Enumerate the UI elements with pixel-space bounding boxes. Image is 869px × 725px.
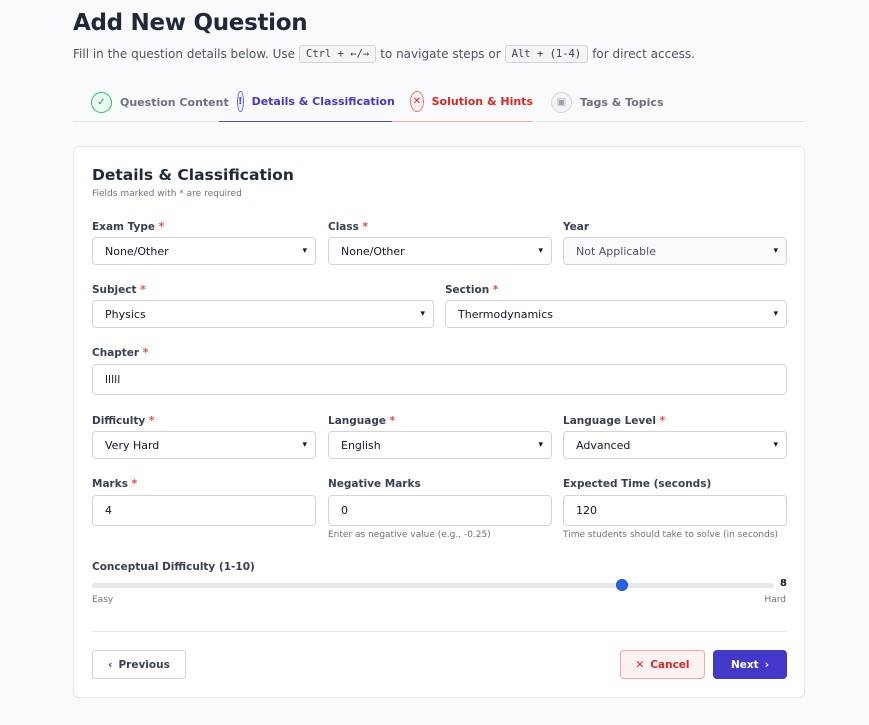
required-star: * [179, 189, 184, 199]
required-note: Fields marked with * are required [92, 189, 242, 199]
negative-marks-input[interactable]: 0 [328, 495, 552, 526]
chevron-down-icon: ▾ [773, 309, 778, 319]
footer-divider [92, 631, 786, 632]
difficulty-label: Difficulty * [92, 415, 155, 427]
shortcut-direct-kbd: Alt + (1-4) [504, 45, 589, 63]
next-button[interactable]: Next › [713, 650, 787, 679]
tab-label: Question Content [120, 95, 229, 109]
chevron-down-icon: ▾ [773, 440, 778, 450]
subject-value: Physics [105, 307, 146, 321]
page-subtitle: Fill in the question details below. Use … [73, 45, 695, 63]
difficulty-value: Very Hard [105, 438, 160, 452]
slider-max-label: Hard [764, 595, 786, 605]
marks-input[interactable]: 4 [92, 495, 316, 526]
chevron-down-icon: ▾ [538, 246, 543, 256]
language-select[interactable]: English ▾ [328, 431, 552, 459]
shortcut-nav-kbd: Ctrl + ←/→ [299, 45, 377, 63]
tab-tags-topics[interactable]: ▣ Tags & Topics [551, 82, 664, 122]
section-value: Thermodynamics [458, 307, 553, 321]
conceptual-difficulty-slider[interactable] [92, 583, 774, 588]
required-note-pre: Fields marked with [92, 189, 177, 199]
language-level-value: Advanced [576, 438, 631, 452]
slider-min-label: Easy [92, 595, 114, 605]
language-level-select[interactable]: Advanced ▾ [563, 431, 787, 459]
tab-question-content[interactable]: ✓ Question Content [91, 82, 229, 122]
close-icon: ✕ [635, 658, 645, 671]
card-title: Details & Classification [92, 166, 294, 184]
required-note-post: are required [186, 189, 242, 199]
chevron-down-icon: ▾ [420, 309, 425, 319]
year-value: Not Applicable [576, 244, 656, 258]
conceptual-difficulty-label: Conceptual Difficulty (1-10) [92, 561, 255, 573]
expected-time-label: Expected Time (seconds) [563, 478, 712, 490]
section-select[interactable]: Thermodynamics ▾ [445, 300, 787, 328]
year-select[interactable]: Not Applicable ▾ [563, 237, 787, 265]
marks-label: Marks * [92, 478, 138, 490]
chapter-label: Chapter * [92, 347, 149, 359]
check-circle-icon: ✓ [91, 91, 112, 113]
language-level-label: Language Level * [563, 415, 666, 427]
negative-marks-help: Enter as negative value (e.g., -0.25) [328, 530, 491, 540]
exam-type-value: None/Other [105, 244, 169, 258]
chevron-right-icon: › [764, 658, 770, 671]
subtitle-text-pre: Fill in the question details below. Use [73, 47, 295, 61]
year-label: Year [563, 221, 590, 233]
language-label: Language * [328, 415, 396, 427]
exam-type-label: Exam Type * [92, 221, 165, 233]
expected-time-help: Time students should take to solve (in s… [563, 530, 779, 540]
slider-value: 8 [780, 578, 787, 589]
marks-value: 4 [105, 504, 112, 517]
save-icon: ▣ [551, 91, 572, 113]
exam-type-select[interactable]: None/Other ▾ [92, 237, 316, 265]
tab-label: Details & Classification [251, 95, 395, 108]
language-value: English [341, 438, 381, 452]
chapter-value: lllll [105, 373, 121, 386]
difficulty-select[interactable]: Very Hard ▾ [92, 431, 316, 459]
expected-time-input[interactable]: 120 [563, 495, 787, 526]
x-circle-icon: ✕ [410, 91, 424, 112]
details-card: Details & Classification Fields marked w… [73, 146, 805, 698]
tab-solution-hints[interactable]: ✕ Solution & Hints [392, 82, 533, 122]
chevron-down-icon: ▾ [302, 246, 307, 256]
class-select[interactable]: None/Other ▾ [328, 237, 552, 265]
subtitle-text-post: for direct access. [592, 47, 695, 61]
section-label: Section * [445, 284, 499, 296]
cancel-label: Cancel [650, 658, 690, 671]
previous-label: Previous [118, 658, 170, 671]
class-value: None/Other [341, 244, 405, 258]
info-circle-icon: ! [237, 91, 244, 112]
chapter-input[interactable]: lllll [92, 364, 787, 395]
subject-select[interactable]: Physics ▾ [92, 300, 434, 328]
negative-marks-label: Negative Marks [328, 478, 421, 490]
negative-marks-value: 0 [341, 504, 348, 517]
tab-label: Solution & Hints [431, 95, 533, 108]
subtitle-text-mid: to navigate steps or [380, 47, 501, 61]
tab-details-classification[interactable]: ! Details & Classification [219, 82, 395, 122]
chevron-left-icon: ‹ [108, 658, 113, 671]
previous-button[interactable]: ‹ Previous [92, 650, 186, 679]
expected-time-value: 120 [576, 504, 597, 517]
step-tabs: ✓ Question Content ! Details & Classific… [73, 82, 805, 122]
subject-label: Subject * [92, 284, 146, 296]
chevron-down-icon: ▾ [538, 440, 543, 450]
chevron-down-icon: ▾ [773, 246, 778, 256]
cancel-button[interactable]: ✕ Cancel [620, 650, 705, 679]
page-title: Add New Question [73, 10, 308, 36]
slider-handle[interactable] [616, 579, 629, 591]
next-label: Next [730, 658, 759, 671]
tab-label: Tags & Topics [580, 95, 664, 109]
chevron-down-icon: ▾ [302, 440, 307, 450]
class-label: Class * [328, 221, 369, 233]
